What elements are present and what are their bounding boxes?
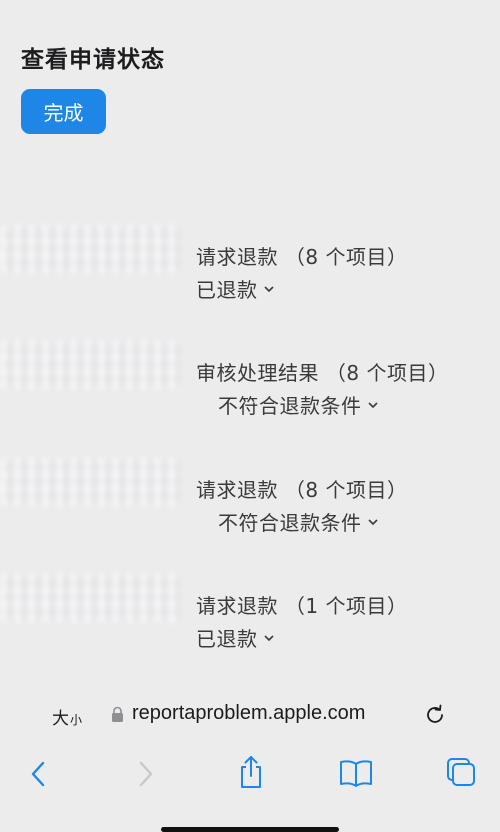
chevron-left-icon[interactable]	[26, 758, 50, 790]
request-status-label: 不符合退款条件	[218, 511, 362, 535]
lock-icon	[112, 706, 123, 722]
request-item[interactable]: 审核处理结果 （8 个项目） 不符合退款条件	[0, 341, 500, 441]
blurred-thumbnail	[0, 341, 180, 389]
request-status-label: 已退款	[196, 627, 258, 651]
browser-toolbar	[0, 750, 500, 800]
request-status[interactable]: 已退款	[196, 623, 276, 652]
page-title: 查看申请状态	[21, 47, 165, 73]
text-size-button[interactable]: 大 小	[52, 704, 82, 729]
address-bar[interactable]: 大 小 reportaproblem.apple.com	[0, 690, 500, 740]
request-item[interactable]: 请求退款 （8 个项目） 已退款	[0, 225, 500, 325]
reload-icon[interactable]	[423, 703, 447, 727]
blurred-thumbnail	[0, 225, 180, 273]
request-status[interactable]: 不符合退款条件	[218, 390, 380, 419]
blurred-thumbnail	[0, 574, 180, 622]
request-title: 请求退款 （8 个项目）	[196, 478, 408, 502]
url-text[interactable]: reportaproblem.apple.com	[132, 702, 365, 725]
request-title: 审核处理结果 （8 个项目）	[196, 361, 449, 385]
request-title: 请求退款 （1 个项目）	[196, 594, 408, 618]
chevron-down-icon	[263, 285, 274, 292]
chevron-right-icon[interactable]	[134, 758, 158, 790]
request-status-label: 不符合退款条件	[218, 394, 362, 418]
share-icon[interactable]	[236, 754, 266, 790]
done-button[interactable]: 完成	[21, 89, 106, 134]
text-size-large-label: 大	[52, 709, 69, 729]
request-item[interactable]: 请求退款 （8 个项目） 不符合退款条件	[0, 458, 500, 558]
blurred-thumbnail	[0, 458, 180, 506]
tabs-icon[interactable]	[445, 756, 477, 788]
chevron-down-icon	[367, 518, 378, 525]
request-status[interactable]: 不符合退款条件	[218, 507, 380, 536]
book-icon[interactable]	[338, 758, 374, 788]
chevron-down-icon	[367, 401, 378, 408]
request-status[interactable]: 已退款	[196, 274, 276, 303]
text-size-small-label: 小	[70, 713, 83, 727]
request-status-label: 已退款	[196, 278, 258, 302]
chevron-down-icon	[263, 634, 274, 641]
home-indicator	[161, 827, 339, 832]
request-item[interactable]: 请求退款 （1 个项目） 已退款	[0, 574, 500, 674]
request-title: 请求退款 （8 个项目）	[196, 245, 408, 269]
